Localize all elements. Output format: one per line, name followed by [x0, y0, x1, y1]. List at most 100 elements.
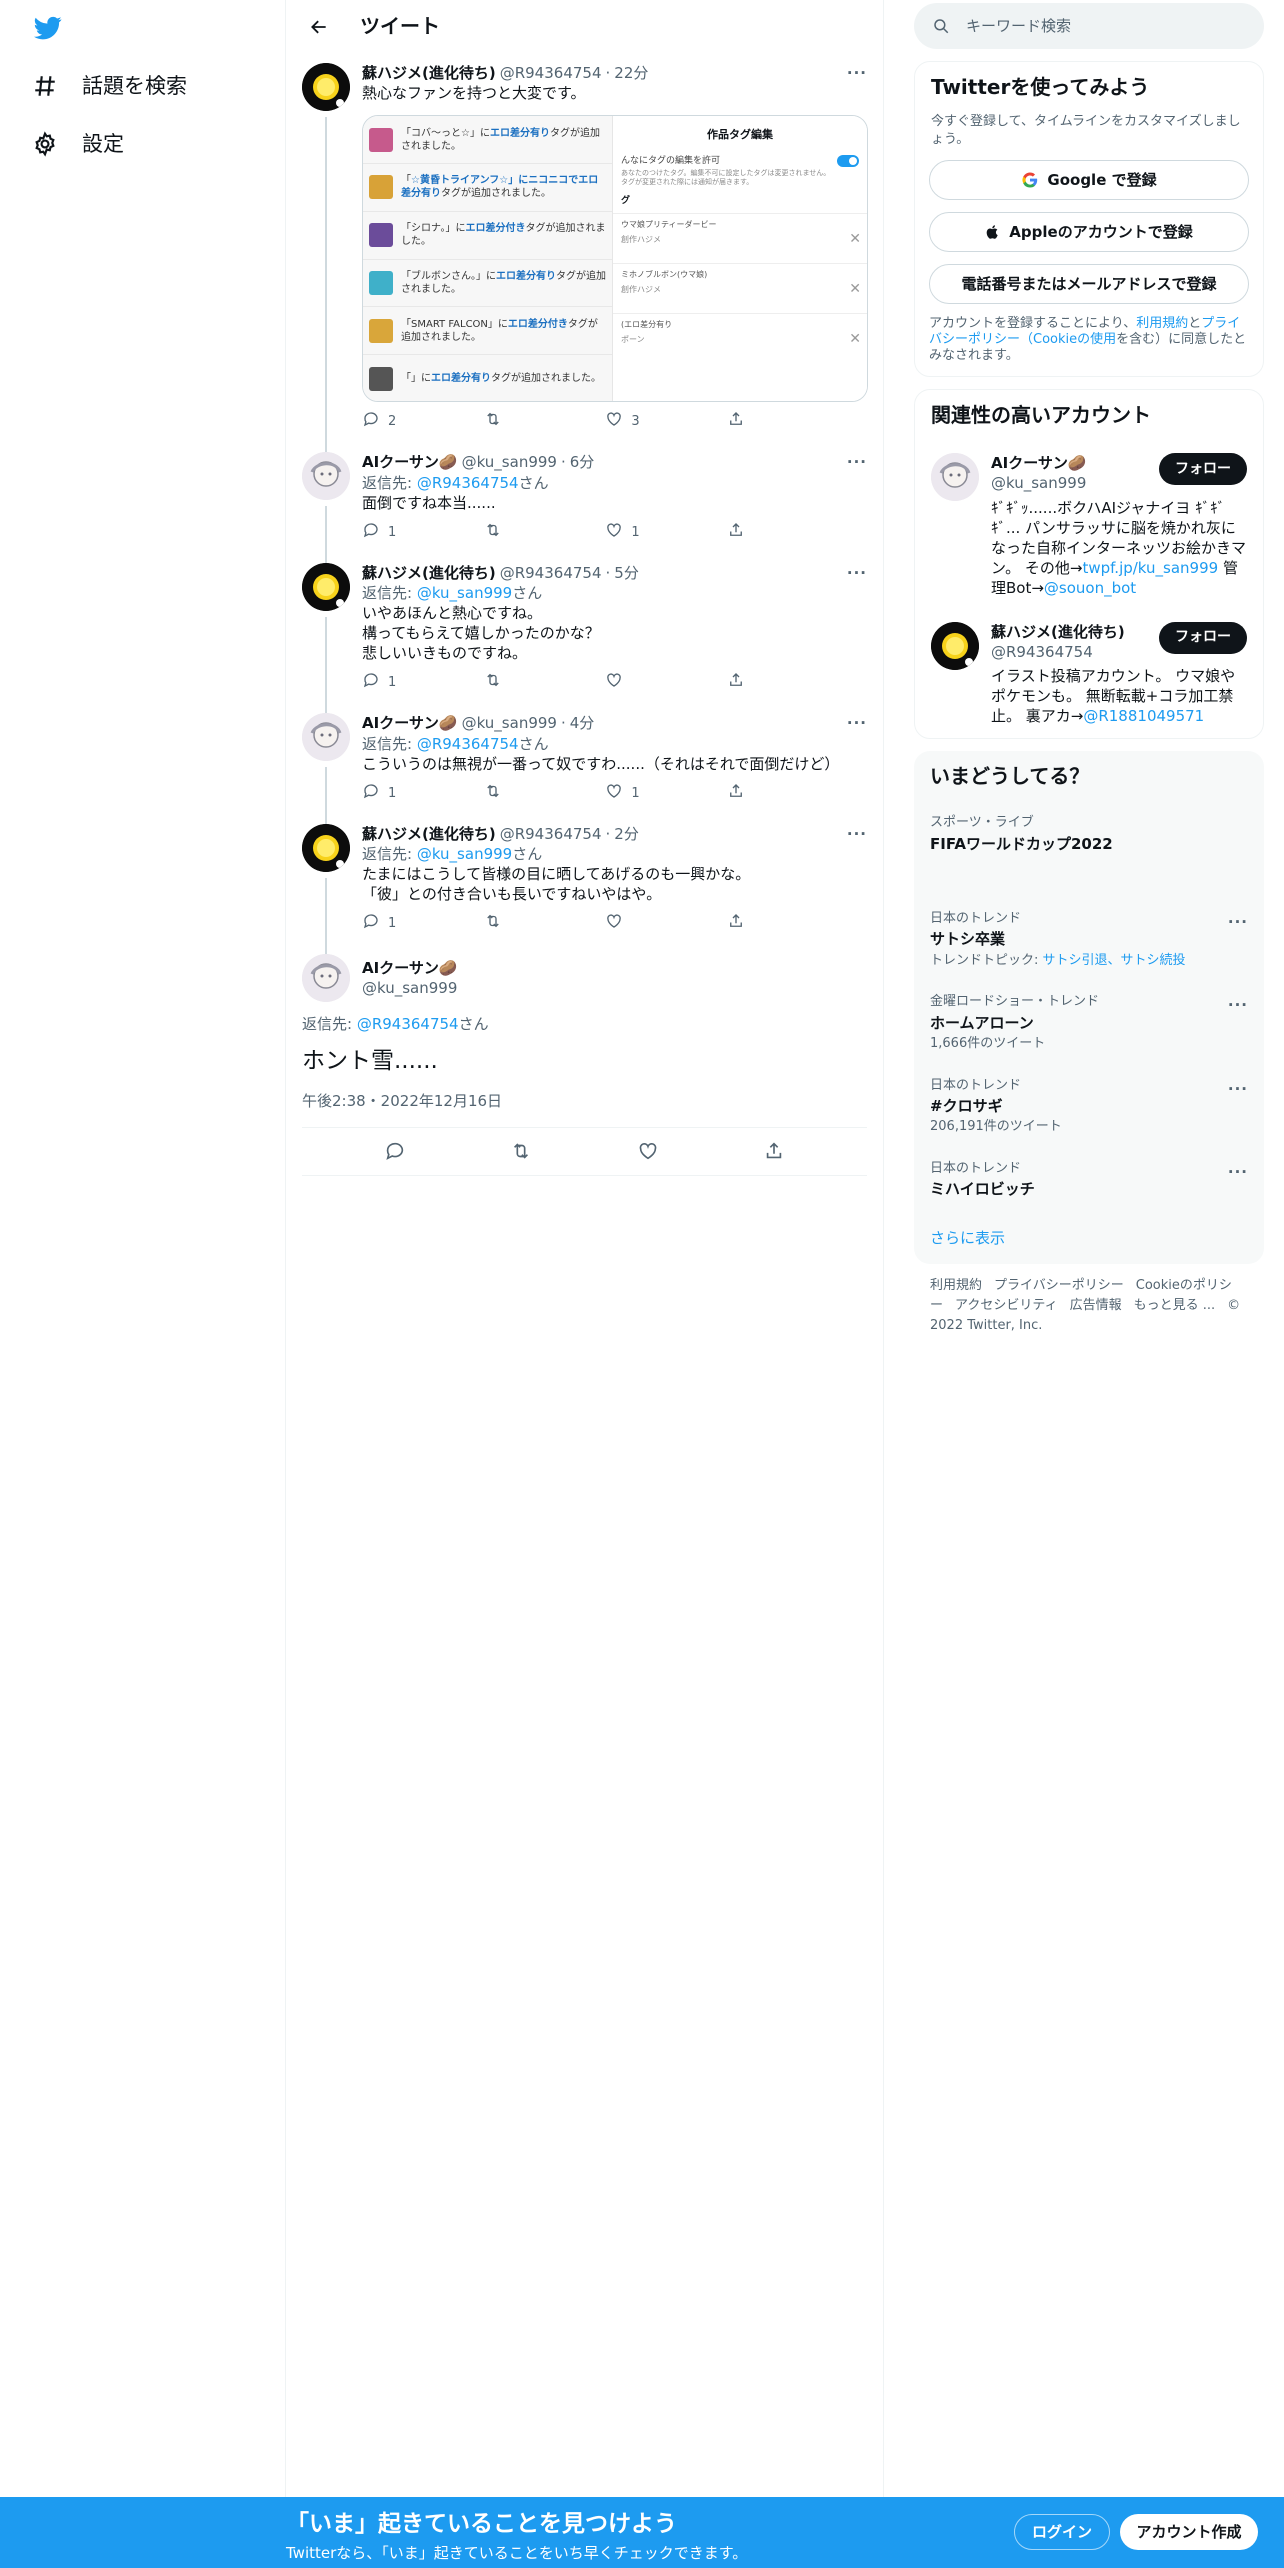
related-account[interactable]: AIクーサン🥔 @ku_san999 フォロー ｷﾞｷﾞｯ......ボクハAIジャ… — [915, 441, 1263, 610]
more-icon[interactable]: ··· — [1228, 995, 1248, 1015]
author-name[interactable]: 蘇ハジメ(進化待ち) — [362, 824, 496, 844]
apple-signup-button[interactable]: Appleのアカウントで登録 — [929, 212, 1249, 253]
related-account[interactable]: 蘇ハジメ(進化待ち) @R94364754 フォロー イラスト投稿アカウント。 ウマ… — [915, 610, 1263, 739]
avatar[interactable] — [302, 562, 350, 611]
retweet-button[interactable] — [484, 912, 544, 936]
thread-tweet[interactable]: 蘇ハジメ(進化待ち) @R94364754 · 22分 ··· 熱心なファンを持つと大変で… — [286, 53, 883, 455]
author-handle[interactable]: @R94364754 — [500, 563, 602, 583]
author-name[interactable]: 蘇ハジメ(進化待ち) — [362, 563, 496, 583]
login-button[interactable]: ログイン — [1014, 2514, 1110, 2550]
author-name[interactable]: AIクーサン🥔 — [362, 713, 458, 733]
footer-link[interactable]: もっと見る ... — [1134, 1298, 1216, 1313]
reply-to-link[interactable]: @ku_san999 — [417, 845, 512, 863]
thread-tweet[interactable]: 蘇ハジメ(進化待ち) @R94364754 · 2分 ··· 返信先: @ku_san99… — [286, 814, 883, 957]
avatar[interactable] — [302, 452, 350, 501]
share-button[interactable] — [727, 521, 787, 545]
search-box[interactable]: キーワード検索 — [914, 3, 1264, 49]
tweet-time[interactable]: 5分 — [614, 563, 639, 583]
retweet-button[interactable] — [484, 410, 544, 434]
show-more-link[interactable]: さらに表示 — [914, 1212, 1264, 1264]
author-handle[interactable]: @ku_san999 — [462, 713, 557, 733]
thread-tweet[interactable]: AIクーサン🥔 @ku_san999 · 6分 ··· 返信先: @R94364754さん… — [286, 442, 883, 565]
like-button[interactable]: 3 — [605, 410, 665, 434]
tweet-time[interactable]: 4分 — [570, 713, 595, 733]
follow-button[interactable]: フォロー — [1159, 453, 1247, 486]
follow-button[interactable]: フォロー — [1159, 621, 1247, 654]
author-handle[interactable]: @ku_san999 — [462, 452, 557, 472]
tweet-image[interactable]: 「コバ〜っと☆」にエロ差分有りタグが追加されました。 「☆黄昏トライアンフ☆」にニ… — [362, 115, 868, 403]
more-icon[interactable]: ··· — [1228, 1079, 1248, 1099]
search-input-placeholder[interactable]: キーワード検索 — [966, 16, 1071, 36]
terms-link[interactable]: 利用規約 — [1136, 316, 1188, 331]
share-button[interactable] — [727, 410, 787, 434]
share-button[interactable] — [727, 782, 787, 806]
reply-button[interactable]: 1 — [362, 912, 422, 936]
share-button[interactable] — [727, 912, 787, 936]
back-button[interactable] — [302, 10, 336, 44]
avatar[interactable] — [931, 621, 979, 670]
reply-to-link[interactable]: @R94364754 — [417, 474, 519, 492]
more-icon[interactable]: ··· — [1228, 1162, 1248, 1182]
trend-item[interactable]: 日本のトレンド ミハイロビッチ ··· — [914, 1148, 1264, 1212]
retweet-button[interactable] — [484, 782, 544, 806]
footer-link[interactable]: アクセシビリティ — [955, 1298, 1058, 1313]
more-icon[interactable]: ··· — [847, 452, 867, 472]
reply-button[interactable]: 1 — [362, 671, 422, 695]
trend-item[interactable]: 日本のトレンド #クロサギ 206,191件のツイート ··· — [914, 1065, 1264, 1148]
more-icon[interactable]: ··· — [847, 824, 867, 844]
reply-button[interactable]: 1 — [362, 782, 422, 806]
footer-link[interactable]: 広告情報 — [1070, 1298, 1122, 1313]
focal-timestamp[interactable]: 午後2:38・2022年12月16日 — [302, 1091, 867, 1128]
share-button[interactable] — [727, 671, 787, 695]
author-handle[interactable]: @R94364754 — [500, 63, 602, 83]
tweet-time[interactable]: 2分 — [614, 824, 639, 844]
retweet-button[interactable] — [484, 671, 544, 695]
focal-author-handle[interactable]: @ku_san999 — [362, 978, 458, 998]
tweet-time[interactable]: 6分 — [570, 452, 595, 472]
more-icon[interactable]: ··· — [847, 563, 867, 583]
more-icon[interactable]: ··· — [847, 63, 867, 83]
reply-button[interactable]: 1 — [362, 521, 422, 545]
thread-tweet[interactable]: AIクーサン🥔 @ku_san999 · 4分 ··· 返信先: @R94364754さん… — [286, 703, 883, 826]
author-handle[interactable]: @R94364754 — [500, 824, 602, 844]
like-button[interactable]: 1 — [605, 521, 665, 545]
like-icon[interactable] — [637, 1140, 659, 1162]
like-button[interactable]: 1 — [605, 782, 665, 806]
reply-to-link[interactable]: @ku_san999 — [417, 584, 512, 602]
focal-author-name[interactable]: AIクーサン🥔 — [362, 958, 458, 978]
trend-item[interactable]: 日本のトレンド サトシ卒業 トレンドトピック: サトシ引退、サトシ続投 ··· — [914, 898, 1264, 981]
google-signup-button[interactable]: Google で登録 — [929, 160, 1249, 201]
account-handle[interactable]: @R94364754 — [991, 642, 1125, 662]
signup-button[interactable]: アカウント作成 — [1120, 2514, 1258, 2550]
retweet-icon[interactable] — [510, 1140, 532, 1162]
more-icon[interactable]: ··· — [1228, 912, 1248, 932]
reply-button[interactable]: 2 — [362, 410, 422, 434]
phone-email-signup-button[interactable]: 電話番号またはメールアドレスで登録 — [929, 264, 1249, 305]
nav-explore[interactable]: 話題を検索 — [32, 72, 187, 100]
like-button[interactable] — [605, 671, 665, 695]
nav-settings[interactable]: 設定 — [32, 130, 124, 158]
avatar[interactable] — [931, 453, 979, 502]
thread-tweet[interactable]: 蘇ハジメ(進化待ち) @R94364754 · 5分 ··· 返信先: @ku_san99… — [286, 553, 883, 716]
focal-reply-link[interactable]: @R94364754 — [357, 1015, 459, 1033]
author-name[interactable]: 蘇ハジメ(進化待ち) — [362, 63, 496, 83]
account-handle[interactable]: @ku_san999 — [991, 473, 1087, 493]
retweet-button[interactable] — [484, 521, 544, 545]
avatar[interactable] — [302, 63, 350, 111]
reply-icon[interactable] — [384, 1140, 406, 1162]
more-icon[interactable]: ··· — [847, 713, 867, 733]
account-name[interactable]: 蘇ハジメ(進化待ち) — [991, 622, 1125, 642]
like-button[interactable] — [605, 912, 665, 936]
tweet-time[interactable]: 22分 — [614, 63, 648, 83]
avatar[interactable] — [302, 823, 350, 872]
trend-item[interactable]: スポーツ・ライブ FIFAワールドカップ2022 — [914, 802, 1264, 898]
avatar[interactable] — [302, 713, 350, 762]
avatar[interactable] — [302, 954, 350, 1003]
share-icon[interactable] — [763, 1140, 785, 1162]
author-name[interactable]: AIクーサン🥔 — [362, 452, 458, 472]
footer-link[interactable]: プライバシーポリシー — [994, 1278, 1124, 1293]
footer-link[interactable]: 利用規約 — [930, 1278, 982, 1293]
account-name[interactable]: AIクーサン🥔 — [991, 453, 1087, 473]
trend-item[interactable]: 金曜ロードショー・トレンド ホームアローン 1,666件のツイート ··· — [914, 981, 1264, 1064]
reply-to-link[interactable]: @R94364754 — [417, 735, 519, 753]
